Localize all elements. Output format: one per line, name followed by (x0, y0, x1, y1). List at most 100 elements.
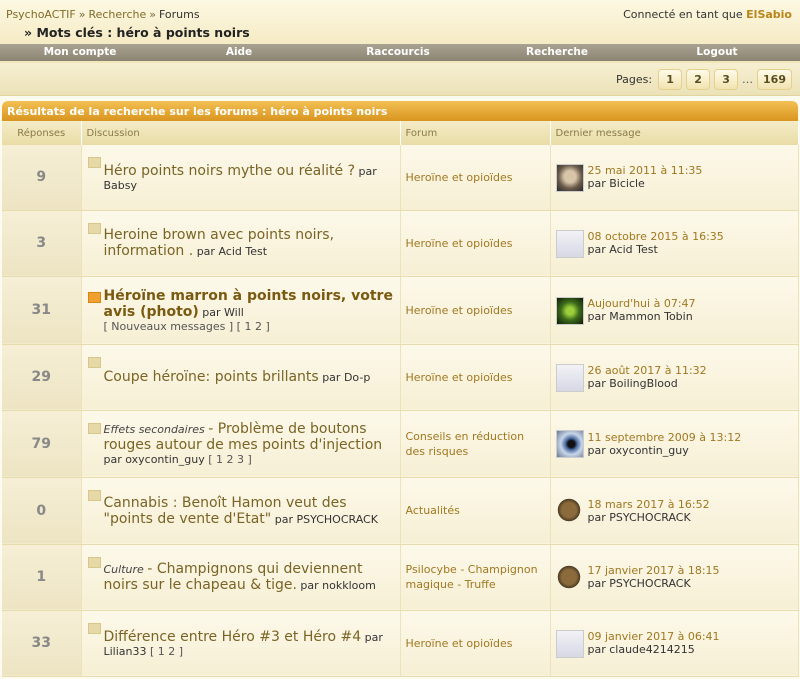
nav-menu: Mon compte Aide Raccourcis Recherche Log… (0, 44, 800, 61)
last-message-date-link[interactable]: 08 octobre 2015 à 16:35 (556, 230, 793, 243)
last-message-cell: 17 janvier 2017 à 18:15 par PSYCHOCRACK (550, 544, 799, 611)
last-message-date-link[interactable]: 17 janvier 2017 à 18:15 (556, 564, 793, 577)
discussion-cell: Culture - Champignons qui deviennent noi… (81, 544, 401, 611)
topic-status-icon (87, 622, 101, 634)
col-last-message: Dernier message (550, 121, 799, 145)
forum-link[interactable]: Psilocybe - Champignon magique - Truffe (406, 562, 545, 592)
last-message-author[interactable]: par Acid Test (556, 243, 793, 256)
forum-cell: Heroïne et opioïdes (400, 145, 551, 211)
menu-item-aide[interactable]: Aide (226, 46, 252, 58)
table-row: 31 Héroïne marron à points noirs, votre a… (2, 276, 799, 345)
discussion-cell: Coupe héroïne: points brillants par Do-p (81, 344, 401, 411)
last-message-date-link[interactable]: 11 septembre 2009 à 13:12 (556, 431, 793, 444)
avatar[interactable] (555, 363, 584, 392)
breadcrumb-search-link[interactable]: Recherche (88, 8, 146, 21)
forum-link[interactable]: Heroïne et opioïdes (406, 370, 545, 385)
last-message-cell: 26 août 2017 à 11:32 par BoilingBlood (550, 344, 799, 411)
table-row: 0 Cannabis : Benoît Hamon veut des "point… (2, 477, 799, 545)
topic-text: Heroine brown avec points noirs, informa… (104, 227, 335, 259)
results-body: 9 Héro points noirs mythe ou réalité ? pa… (2, 145, 799, 677)
topic-author[interactable]: par PSYCHOCRACK (275, 513, 378, 526)
forum-cell: Actualités (400, 477, 551, 545)
forum-link[interactable]: Conseils en réduction des risques (406, 429, 545, 459)
page-title: » Mots clés : héro à points noirs (24, 25, 250, 40)
last-message-date-link[interactable]: 18 mars 2017 à 16:52 (556, 498, 793, 511)
topic-title-link[interactable]: Différence entre Héro #3 et Héro #4 (104, 629, 362, 645)
menu-item-recherche[interactable]: Recherche (526, 46, 588, 58)
topic-status-icon (87, 222, 101, 234)
avatar[interactable] (555, 563, 582, 590)
keywords-title: Mots clés : héro à points noirs (36, 25, 250, 40)
pagination-bar: Pages: 1 2 3 … 169 (0, 63, 800, 96)
last-message-author[interactable]: par Mammon Tobin (556, 310, 793, 323)
last-message-cell: Aujourd'hui à 07:47 par Mammon Tobin (550, 276, 799, 345)
topic-status-icon (87, 489, 101, 501)
forum-link[interactable]: Heroïne et opioïdes (406, 303, 545, 318)
topic-status-icon (87, 556, 101, 568)
last-message-cell: 11 septembre 2009 à 13:12 par oxycontin_g… (550, 410, 799, 478)
topic-author[interactable]: par oxycontin_guy (104, 453, 205, 466)
page-link-3[interactable]: 3 (714, 69, 739, 90)
topic-author[interactable]: par Will (202, 306, 244, 319)
last-message-date-link[interactable]: 26 août 2017 à 11:32 (556, 364, 793, 377)
pagination: Pages: 1 2 3 … 169 (616, 69, 792, 90)
topic-author[interactable]: par Do-p (322, 371, 370, 384)
breadcrumb-separator: » (78, 8, 86, 21)
menu-item-raccourcis[interactable]: Raccourcis (366, 46, 430, 58)
topic-title-link[interactable]: Héroïne marron à points noirs, votre avi… (104, 288, 393, 320)
topic-pages[interactable]: [ 1 2 3 ] (208, 453, 252, 466)
table-header-row: Réponses Discussion Forum Dernier messag… (2, 121, 799, 145)
last-message-author[interactable]: par BoilingBlood (556, 377, 793, 390)
reply-count: 1 (2, 544, 82, 611)
reply-count: 33 (2, 610, 82, 677)
topic-category: Effets secondaires (103, 423, 205, 436)
results-header: Résultats de la recherche sur les forums… (2, 101, 798, 121)
last-message-author[interactable]: par PSYCHOCRACK (556, 577, 793, 590)
table-row: 3 Heroine brown avec points noirs, inform… (2, 210, 799, 277)
topic-author[interactable]: par nokkloom (300, 579, 375, 592)
col-discussion: Discussion (81, 121, 401, 145)
table-row: 9 Héro points noirs mythe ou réalité ? pa… (2, 145, 799, 211)
discussion-cell: Héro points noirs mythe ou réalité ? par… (81, 145, 401, 211)
topic-author[interactable]: par Acid Test (197, 245, 267, 258)
forum-link[interactable]: Heroïne et opioïdes (406, 636, 545, 651)
reply-count: 9 (2, 145, 82, 211)
last-message-author[interactable]: par claude4214215 (556, 643, 793, 656)
discussion-cell: Effets secondaires - Problème de boutons… (81, 410, 401, 478)
breadcrumb-home-link[interactable]: PsychoACTIF (6, 8, 76, 21)
last-message-date-link[interactable]: Aujourd'hui à 07:47 (556, 297, 793, 310)
breadcrumb-separator: » (149, 8, 156, 21)
topic-title-link[interactable]: Coupe héroïne: points brillants (104, 369, 319, 385)
forum-link[interactable]: Heroïne et opioïdes (406, 170, 545, 185)
avatar[interactable] (555, 497, 582, 523)
last-message-author[interactable]: par PSYCHOCRACK (556, 511, 793, 524)
topic-title-link[interactable]: Héro points noirs mythe ou réalité ? (104, 163, 356, 179)
menu-item-mon-compte[interactable]: Mon compte (44, 46, 117, 58)
topic-text: Cannabis : Benoît Hamon veut des "points… (104, 495, 378, 527)
logged-in-label: Connecté en tant que (623, 8, 743, 21)
topic-status-icon (87, 356, 101, 368)
page-link-last[interactable]: 169 (757, 69, 792, 90)
avatar[interactable] (555, 430, 584, 458)
last-message-date-link[interactable]: 25 mai 2011 à 11:35 (556, 164, 793, 177)
page-link-1[interactable]: 1 (658, 69, 683, 90)
avatar[interactable] (555, 229, 584, 258)
avatar[interactable] (555, 163, 584, 192)
page-link-2[interactable]: 2 (686, 69, 711, 90)
menu-item-logout[interactable]: Logout (696, 46, 737, 58)
username-link[interactable]: ElSabio (746, 8, 792, 21)
topic-text: Effets secondaires - Problème de boutons… (103, 421, 383, 466)
last-message-date-link[interactable]: 09 janvier 2017 à 06:41 (556, 630, 793, 643)
forum-link[interactable]: Heroïne et opioïdes (406, 236, 545, 251)
last-message-author[interactable]: par Bicicle (556, 177, 793, 190)
avatar[interactable] (555, 296, 584, 325)
last-message-author[interactable]: par oxycontin_guy (556, 444, 793, 457)
topic-pages[interactable]: [ 1 2 ] (150, 645, 183, 658)
avatar[interactable] (555, 629, 584, 658)
forum-link[interactable]: Actualités (406, 503, 545, 518)
discussion-cell: Cannabis : Benoît Hamon veut des "points… (81, 477, 401, 545)
pages-label: Pages: (615, 73, 653, 86)
discussion-cell: Héroïne marron à points noirs, votre avi… (81, 276, 401, 345)
topic-text: Héroïne marron à points noirs, votre avi… (104, 288, 393, 333)
topic-new-messages[interactable]: [ Nouveaux messages ] [ 1 2 ] (104, 320, 270, 333)
